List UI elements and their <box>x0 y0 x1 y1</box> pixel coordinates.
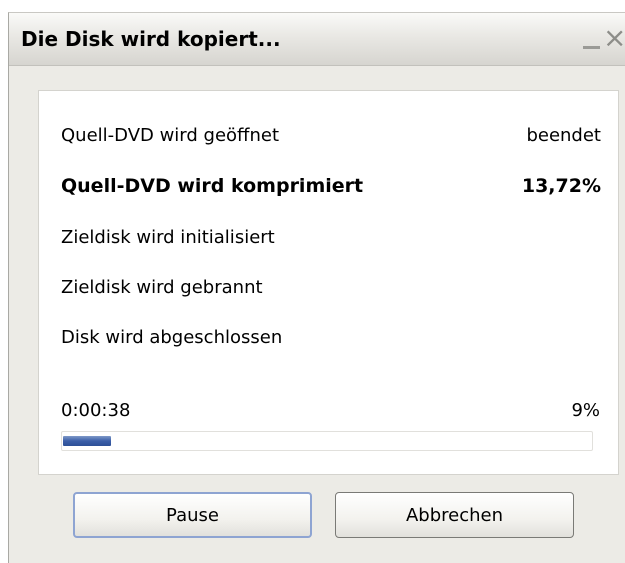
step-init-target: Zieldisk wird initialisiert <box>61 227 601 255</box>
close-icon[interactable]: × <box>603 23 625 53</box>
title-bar: Die Disk wird kopiert... × <box>9 13 625 66</box>
elapsed-time: 0:00:38 <box>61 400 131 421</box>
step-burn-target: Zieldisk wird gebrannt <box>61 277 601 305</box>
progress-bar <box>61 431 593 451</box>
window-title: Die Disk wird kopiert... <box>21 27 281 51</box>
step-status: beendet <box>526 125 601 146</box>
step-finalize-disk: Disk wird abgeschlossen <box>61 327 601 355</box>
copy-dialog-window: Die Disk wird kopiert... × Quell-DVD wir… <box>8 12 625 563</box>
minimize-icon[interactable] <box>583 27 601 49</box>
step-label: Zieldisk wird initialisiert <box>61 227 275 248</box>
step-label: Quell-DVD wird geöffnet <box>61 125 279 146</box>
pause-button[interactable]: Pause <box>73 492 312 538</box>
step-compress-source: Quell-DVD wird komprimiert 13,72% <box>61 175 601 203</box>
step-label: Zieldisk wird gebrannt <box>61 277 263 298</box>
progress-bar-fill <box>63 436 111 446</box>
progress-panel: Quell-DVD wird geöffnet beendet Quell-DV… <box>38 90 619 475</box>
step-label: Disk wird abgeschlossen <box>61 327 283 348</box>
step-status: 13,72% <box>521 175 601 197</box>
cancel-button[interactable]: Abbrechen <box>335 492 574 538</box>
step-label: Quell-DVD wird komprimiert <box>61 175 364 197</box>
step-open-source: Quell-DVD wird geöffnet beendet <box>61 125 601 153</box>
progress-percent: 9% <box>571 400 600 421</box>
